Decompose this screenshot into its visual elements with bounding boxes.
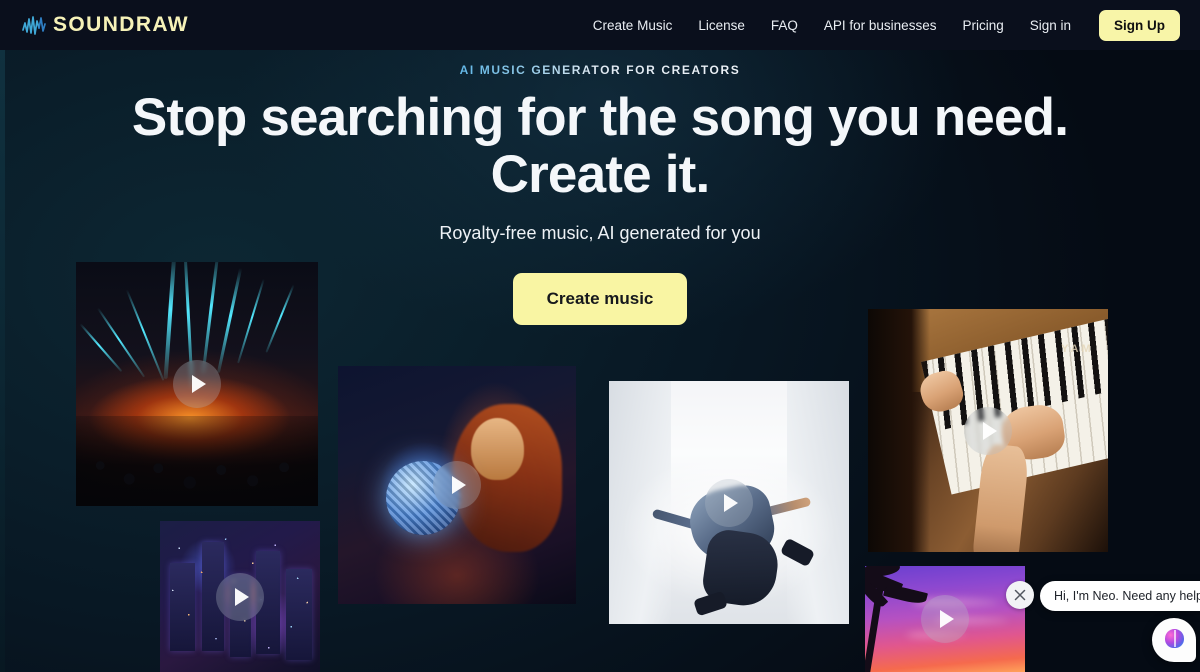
create-music-button[interactable]: Create music	[512, 273, 688, 325]
play-icon[interactable]	[216, 572, 264, 621]
play-icon[interactable]	[173, 360, 221, 408]
logo-text: SOUNDRAW	[53, 13, 190, 36]
nav-item-pricing[interactable]: Pricing	[962, 18, 1003, 33]
hero-section: AI MUSIC GENERATOR FOR CREATORS Stop sea…	[0, 50, 1200, 325]
piano-brand-text: YAM	[1061, 343, 1094, 356]
neo-avatar-icon	[1165, 629, 1184, 649]
hero-subtitle: Royalty-free music, AI generated for you	[439, 223, 761, 243]
nav-item-api-for-businesses[interactable]: API for businesses	[824, 18, 937, 33]
gallery-card-city[interactable]	[160, 521, 320, 672]
chat-close-button[interactable]	[1006, 581, 1034, 609]
chat-greeting-bubble[interactable]: Hi, I'm Neo. Need any help?	[1040, 581, 1200, 611]
crowd-silhouettes	[76, 415, 318, 506]
page-title: Stop searching for the song you need. Cr…	[0, 89, 1200, 203]
close-icon	[1014, 589, 1026, 601]
play-icon[interactable]	[705, 478, 753, 527]
chat-launcher-button[interactable]	[1152, 618, 1196, 662]
nav-item-license[interactable]: License	[698, 18, 745, 33]
nav-item-create-music[interactable]: Create Music	[593, 18, 673, 33]
main-nav: Create Music License FAQ API for busines…	[593, 9, 1180, 41]
nav-item-sign-in[interactable]: Sign in	[1030, 18, 1071, 33]
page-root: SOUNDRAW Create Music License FAQ API fo…	[0, 0, 1200, 672]
logo[interactable]: SOUNDRAW	[22, 13, 189, 37]
sign-up-button[interactable]: Sign Up	[1099, 9, 1180, 41]
hero-eyebrow: AI MUSIC GENERATOR FOR CREATORS	[459, 63, 741, 77]
nav-item-faq[interactable]: FAQ	[771, 18, 798, 33]
gallery-card-piano[interactable]: YAM	[868, 309, 1108, 552]
headline-line-1: Stop searching for the song you need.	[131, 88, 1069, 147]
waveform-icon	[22, 16, 46, 35]
play-icon[interactable]	[921, 595, 969, 643]
site-header: SOUNDRAW Create Music License FAQ API fo…	[0, 0, 1200, 50]
headline-line-2: Create it.	[490, 145, 711, 204]
play-icon[interactable]	[964, 406, 1012, 455]
gallery-card-dancer[interactable]	[609, 381, 849, 624]
play-icon[interactable]	[433, 461, 481, 509]
gallery-card-disco[interactable]	[338, 366, 576, 604]
gallery-card-sunset[interactable]	[865, 566, 1025, 672]
